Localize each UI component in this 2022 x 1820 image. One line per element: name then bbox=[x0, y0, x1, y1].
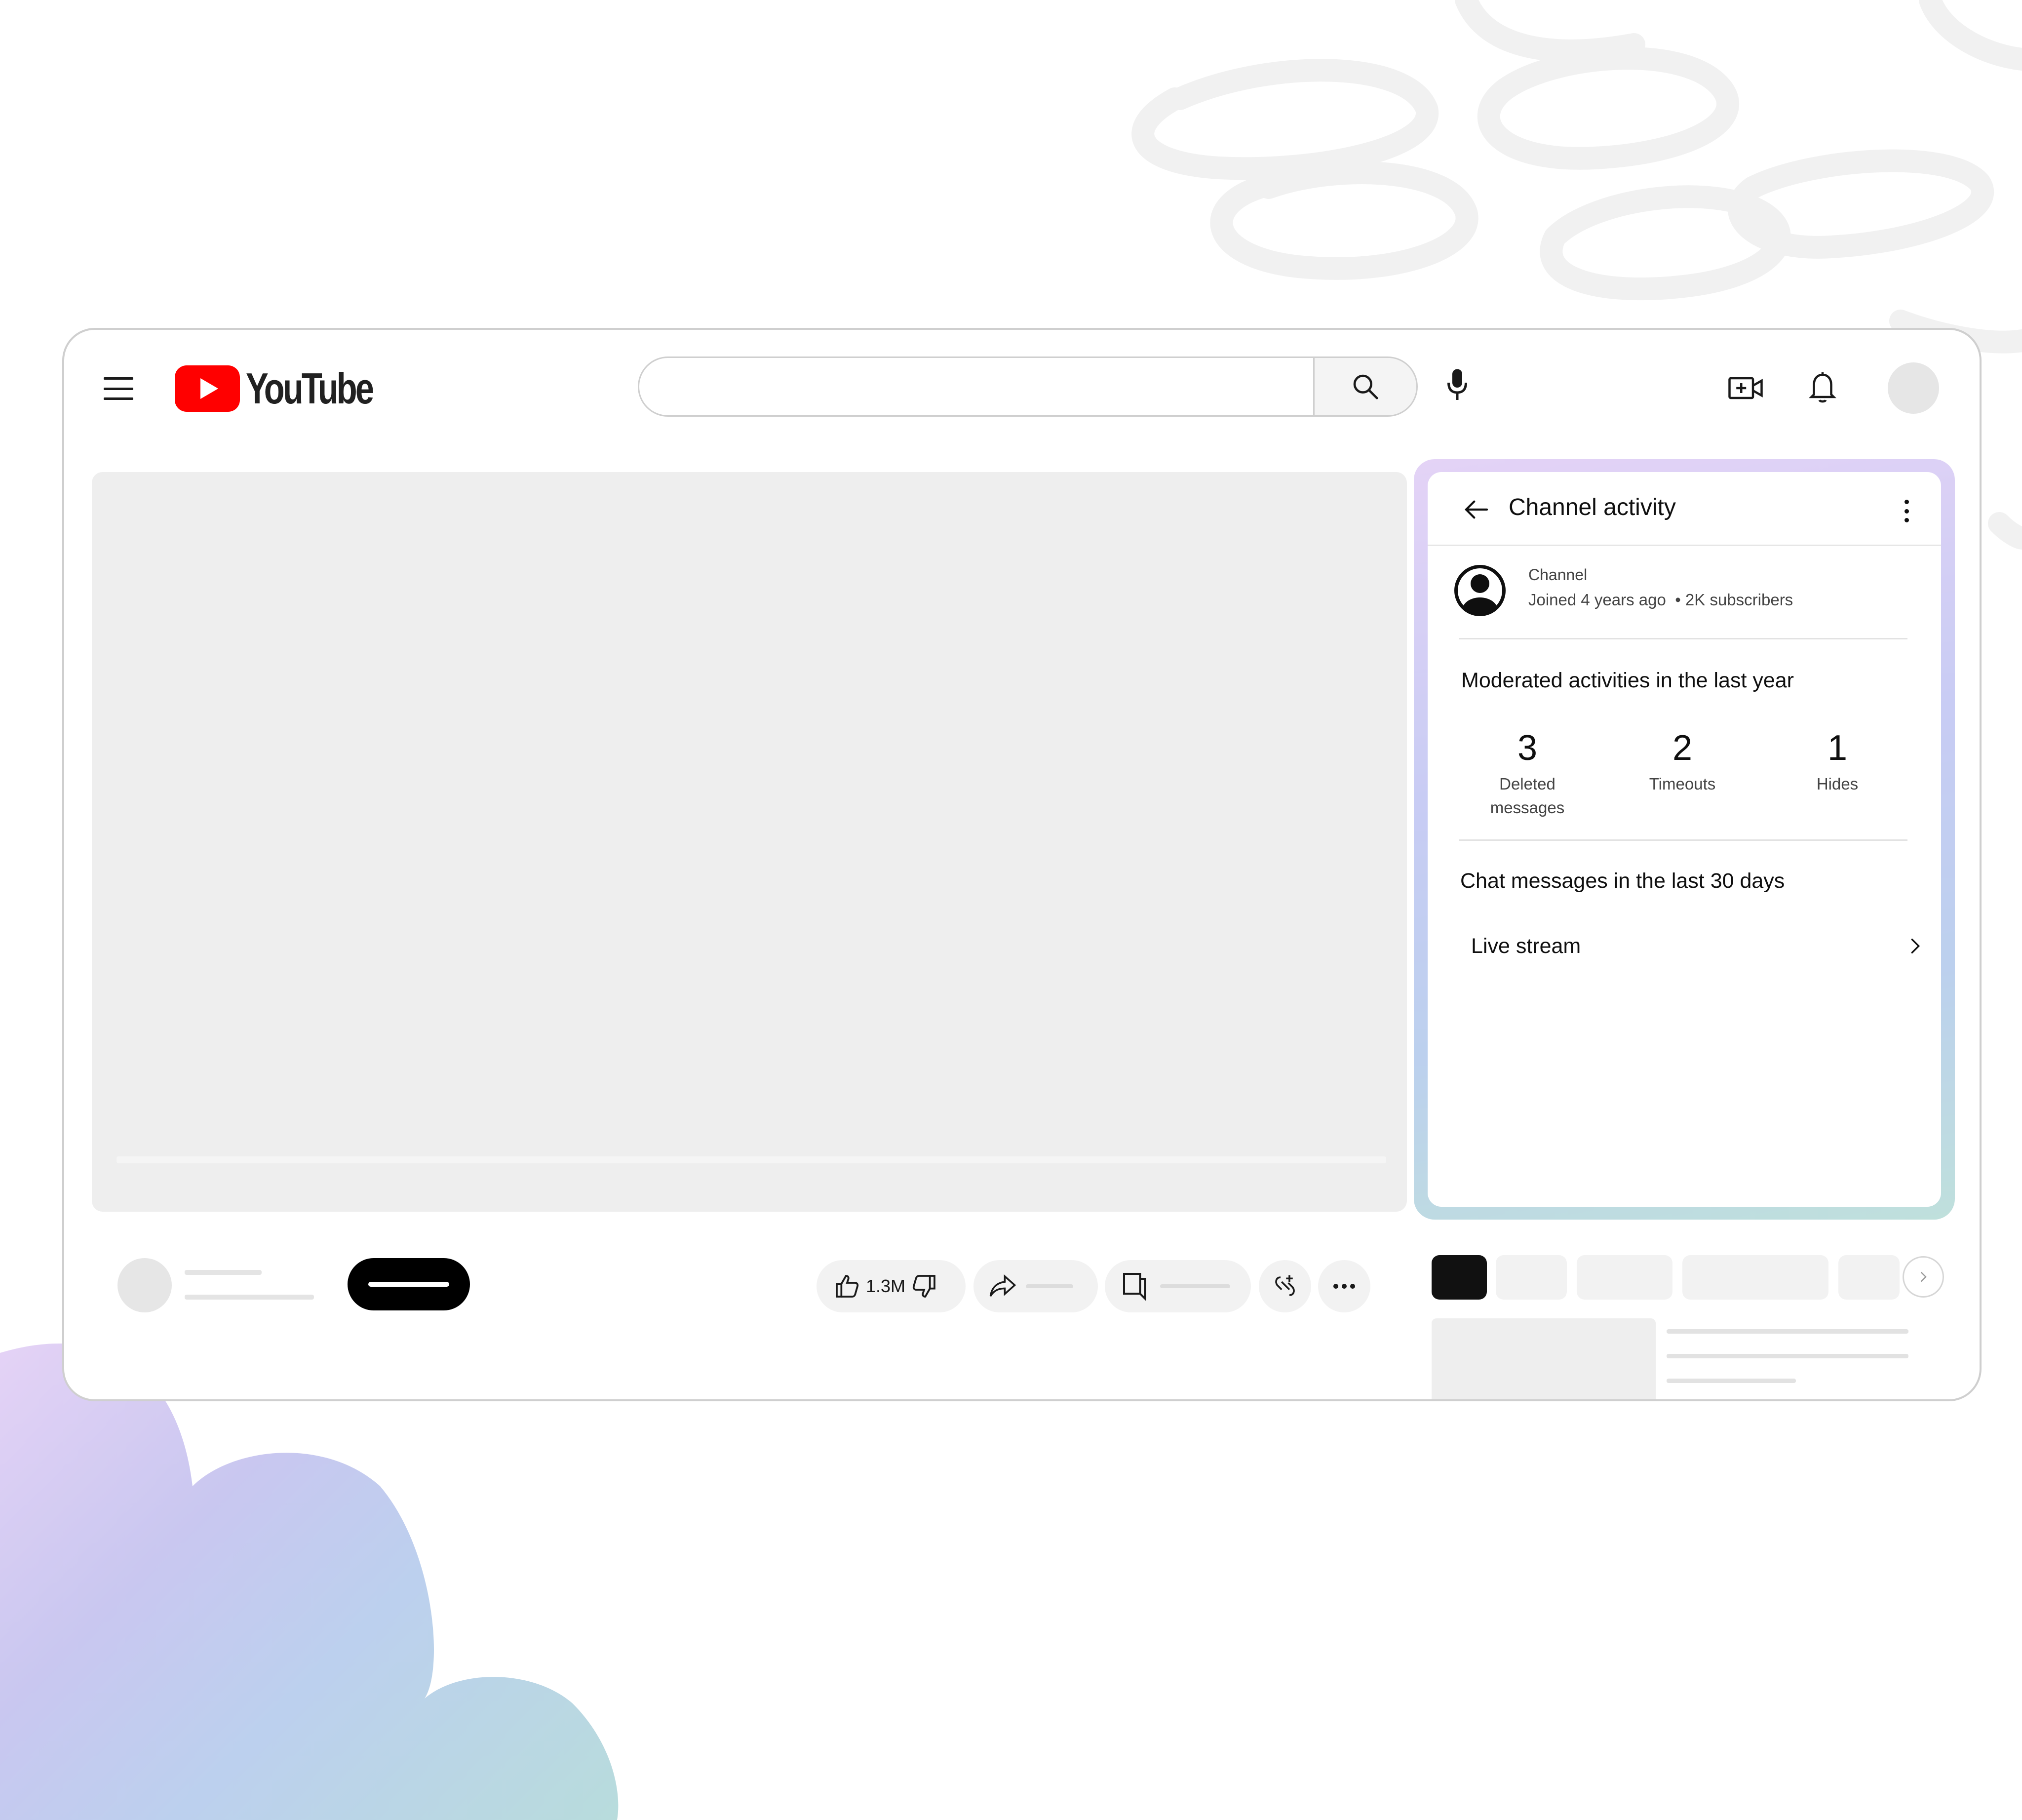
panel-header: Channel activity bbox=[1428, 472, 1941, 546]
filter-chip[interactable] bbox=[1577, 1255, 1672, 1300]
user-avatar-icon bbox=[1454, 565, 1506, 616]
live-stream-row[interactable]: Live stream bbox=[1471, 930, 1925, 962]
mic-icon bbox=[1447, 369, 1467, 400]
subscribe-button[interactable] bbox=[348, 1258, 470, 1310]
filter-chip-all[interactable] bbox=[1432, 1255, 1487, 1300]
bell-icon bbox=[1809, 372, 1836, 403]
more-horizontal-icon bbox=[1333, 1284, 1355, 1289]
panel-title: Channel activity bbox=[1509, 494, 1676, 520]
stat-value: 2 bbox=[1672, 728, 1693, 768]
menu-icon[interactable] bbox=[104, 377, 133, 400]
channel-activity-panel: Channel activity Channel Joined 4 years … bbox=[1428, 472, 1941, 1207]
recommended-title-placeholder bbox=[1667, 1354, 1908, 1358]
video-player[interactable] bbox=[92, 472, 1407, 1212]
youtube-logo[interactable]: YouTube bbox=[175, 363, 408, 414]
chips-next-button[interactable] bbox=[1903, 1256, 1944, 1298]
search-input[interactable] bbox=[639, 358, 1313, 415]
recommended-video-thumbnail[interactable] bbox=[1432, 1318, 1656, 1399]
share-icon bbox=[989, 1274, 1016, 1297]
video-progress-bar[interactable] bbox=[117, 1156, 1386, 1163]
divider bbox=[1459, 839, 1907, 841]
share-button[interactable] bbox=[973, 1260, 1098, 1312]
channel-meta: Joined 4 years ago • 2K subscribers bbox=[1528, 591, 1793, 609]
back-arrow-icon[interactable] bbox=[1462, 496, 1491, 523]
stat-label: Deleted messages bbox=[1490, 775, 1565, 817]
channel-name-placeholder bbox=[185, 1270, 262, 1275]
save-playlist-icon bbox=[1123, 1273, 1146, 1301]
recommended-title-placeholder bbox=[1667, 1329, 1908, 1334]
chevron-right-icon bbox=[1921, 1272, 1927, 1282]
clip-icon bbox=[1275, 1275, 1295, 1296]
browser-window: YouTube 1.3M Channel activity Channel Jo… bbox=[62, 328, 1982, 1401]
filter-chip[interactable] bbox=[1838, 1255, 1900, 1300]
notifications-button[interactable] bbox=[1805, 367, 1840, 407]
save-label-placeholder bbox=[1160, 1284, 1230, 1288]
create-button[interactable] bbox=[1727, 369, 1764, 407]
stat-value: 3 bbox=[1517, 728, 1538, 768]
stat-deleted-messages: 3 Deleted messages bbox=[1463, 726, 1592, 820]
chevron-right-icon bbox=[1911, 939, 1920, 953]
thumbs-down-icon[interactable] bbox=[910, 1272, 938, 1300]
search-icon bbox=[1353, 374, 1378, 399]
filter-chip[interactable] bbox=[1496, 1255, 1567, 1300]
channel-avatar[interactable] bbox=[117, 1258, 172, 1312]
voice-search-button[interactable] bbox=[1438, 365, 1477, 405]
chat-messages-title: Chat messages in the last 30 days bbox=[1460, 869, 1785, 893]
like-count: 1.3M bbox=[866, 1276, 906, 1296]
logo-wordmark: YouTube bbox=[246, 364, 374, 413]
recommended-meta-placeholder bbox=[1667, 1379, 1796, 1383]
stat-hides: 1 Hides bbox=[1773, 726, 1902, 796]
stat-value: 1 bbox=[1827, 728, 1848, 768]
live-stream-label: Live stream bbox=[1471, 934, 1581, 958]
create-video-icon bbox=[1728, 377, 1763, 399]
stat-label: Timeouts bbox=[1649, 775, 1716, 793]
divider bbox=[1459, 638, 1907, 639]
channel-label: Channel bbox=[1528, 566, 1588, 584]
share-label-placeholder bbox=[1026, 1284, 1073, 1288]
more-vertical-icon[interactable] bbox=[1901, 500, 1912, 522]
save-button[interactable] bbox=[1105, 1260, 1251, 1312]
stat-timeouts: 2 Timeouts bbox=[1618, 726, 1747, 796]
joined-date: Joined 4 years ago bbox=[1528, 591, 1666, 609]
subscriber-count-placeholder bbox=[185, 1295, 314, 1300]
search-bar bbox=[638, 356, 1418, 417]
thumbs-up-icon[interactable] bbox=[833, 1272, 861, 1300]
filter-chip[interactable] bbox=[1682, 1255, 1828, 1300]
more-actions-button[interactable] bbox=[1318, 1260, 1370, 1312]
clip-button[interactable] bbox=[1259, 1260, 1311, 1312]
search-button[interactable] bbox=[1313, 358, 1416, 415]
moderated-activities-title: Moderated activities in the last year bbox=[1461, 669, 1794, 692]
subscriber-count: • 2K subscribers bbox=[1675, 591, 1793, 609]
like-dislike-pill: 1.3M bbox=[817, 1260, 966, 1312]
youtube-logo-icon bbox=[175, 365, 240, 412]
stat-label: Hides bbox=[1816, 775, 1859, 793]
account-avatar[interactable] bbox=[1888, 362, 1939, 414]
